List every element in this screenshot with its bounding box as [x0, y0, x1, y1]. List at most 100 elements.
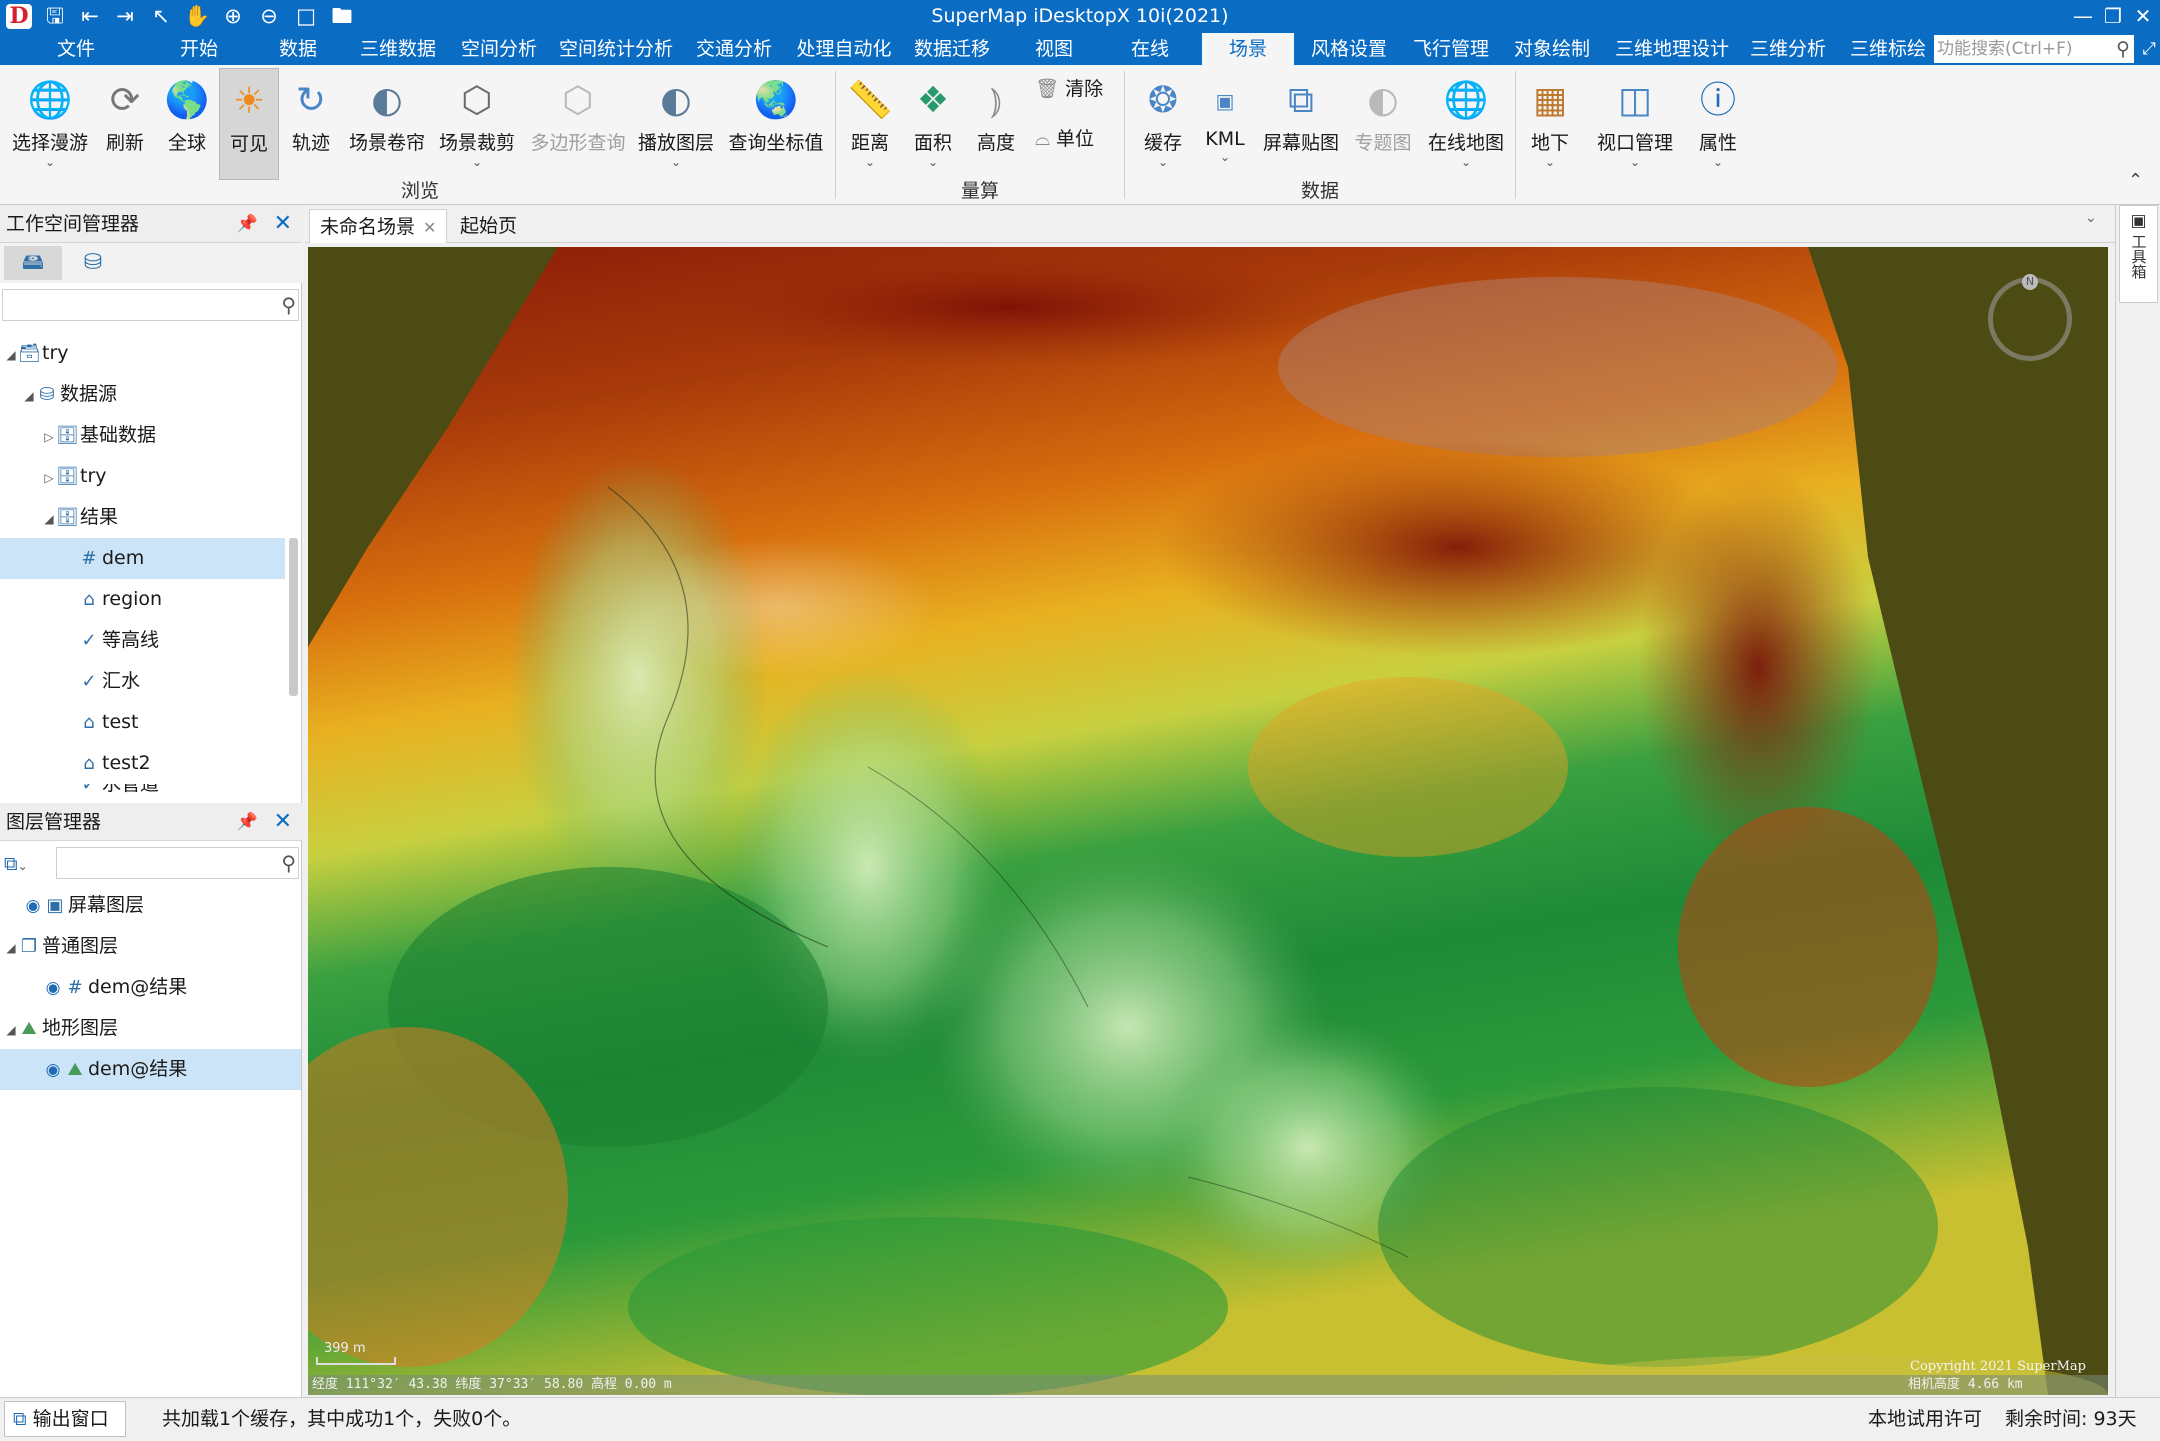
menu-3d-geo-design[interactable]: 三维地理设计 [1609, 33, 1735, 65]
close-icon[interactable]: ✕ [274, 205, 292, 243]
clear-button[interactable]: 🗑 清除 [1035, 73, 1103, 105]
viewport-manager-button[interactable]: ◫ 视口管理 ⌄ [1591, 68, 1679, 180]
search-icon[interactable]: ⚲ [281, 848, 296, 878]
visible-button[interactable]: ☀ 可见 [219, 68, 279, 180]
workspace-tab-database[interactable]: ⛁ [64, 246, 122, 280]
workspace-tab-datasource[interactable]: 🖴 [4, 246, 62, 280]
tree-item-basic-data[interactable]: ▷ 🗄基础数据 [0, 415, 285, 456]
pin-icon[interactable]: 📌 [237, 205, 258, 243]
layer-item-terrain-layers[interactable]: ◢ ⛰ 地形图层 [0, 1008, 285, 1049]
add-layer-dropdown[interactable]: ⧉⌄ [4, 849, 50, 879]
search-icon[interactable]: ⚲ [281, 290, 296, 320]
menu-view[interactable]: 视图 [1018, 33, 1090, 65]
eye-icon[interactable]: ◉ [42, 1050, 64, 1091]
query-coordinate-button[interactable]: 🌏 查询坐标值 [721, 68, 831, 180]
tree-item-workspace[interactable]: ◢ 🗃try [0, 333, 285, 374]
eye-icon[interactable]: ◉ [42, 968, 64, 1009]
menu-data-migration[interactable]: 数据迁移 [906, 33, 998, 65]
distance-button[interactable]: 📏 距离 ⌄ [842, 68, 898, 180]
menu-file[interactable]: 文件 [40, 33, 112, 65]
properties-button[interactable]: ⓘ 属性 ⌄ [1688, 68, 1748, 180]
menu-spatial-statistics[interactable]: 空间统计分析 [553, 33, 679, 65]
region-dataset-icon: ⌂ [83, 712, 95, 733]
refresh-button[interactable]: ⟳ 刷新 [97, 68, 153, 180]
ribbon-collapse-icon[interactable]: ⌃ [2128, 170, 2143, 191]
unit-button[interactable]: ⌓ 单位 [1035, 123, 1094, 155]
menu-3d-plotting[interactable]: 三维标绘 [1843, 33, 1933, 65]
restore-icon[interactable]: ❐ [2098, 0, 2128, 33]
search-icon[interactable]: ⚲ [2116, 35, 2130, 63]
play-layer-button[interactable]: ◐ 播放图层 ⌄ [634, 68, 718, 180]
layer-item-dem-normal[interactable]: ◉ # dem@结果 [0, 967, 285, 1008]
height-button[interactable]: ⦆ 高度 [966, 68, 1026, 180]
cache-button[interactable]: ❂ 缓存 ⌄ [1133, 68, 1193, 180]
chevron-down-icon: ⌄ [927, 155, 939, 169]
area-button[interactable]: ❖ 面积 ⌄ [903, 68, 963, 180]
tab-list-chevron-icon[interactable]: ⌄ [2085, 210, 2097, 226]
close-tab-icon[interactable]: ✕ [423, 218, 436, 237]
menu-data[interactable]: 数据 [262, 33, 334, 65]
tab-unnamed-scene[interactable]: 未命名场景 ✕ [309, 209, 448, 243]
left-panel: 工作空间管理器 📌 ✕ 🖴 ⛁ ⚲ ◢ 🗃try ◢ ⛁ 数据源 ▷ 🗄基础数据 ▷ 🗄t… [0, 205, 302, 1397]
close-window-icon[interactable]: ✕ [2128, 0, 2158, 33]
select-roam-button[interactable]: 🌐 选择漫游 ⌄ [4, 68, 96, 180]
kml-button[interactable]: ▣ KML ⌄ [1196, 68, 1254, 180]
workspace-search-input[interactable]: ⚲ [2, 289, 299, 321]
track-label: 轨迹 [291, 132, 330, 154]
layer-search-input[interactable]: ⚲ [56, 847, 299, 879]
tree-item-contour[interactable]: ✓ 等高线 [0, 620, 285, 661]
expand-arrow-icon[interactable]: ▷ [42, 417, 56, 458]
tree-item-test[interactable]: ⌂ test [0, 702, 285, 743]
tree-item-region[interactable]: ⌂ region [0, 579, 285, 620]
tree-item-result-datasource[interactable]: ◢ 🗄结果 [0, 497, 285, 538]
tree-item-dem[interactable]: # dem [0, 538, 285, 579]
tree-item-datasources[interactable]: ◢ ⛁ 数据源 [0, 374, 285, 415]
scene-clip-button[interactable]: ⬡ 场景裁剪 ⌄ [433, 68, 521, 180]
track-button[interactable]: ↻ 轨迹 [281, 68, 341, 180]
screen-overlay-button[interactable]: ⧉ 屏幕贴图 [1258, 68, 1344, 180]
menu-object-drawing[interactable]: 对象绘制 [1508, 33, 1596, 65]
scene-viewport[interactable]: N 399 m 经度 111°32′ 43.38 纬度 37°33′ 58.80… [308, 247, 2108, 1395]
terrain-icon: ⛰ [67, 1059, 83, 1080]
underground-button[interactable]: ▦ 地下 ⌄ [1522, 68, 1578, 180]
group-separator [1124, 71, 1125, 199]
thematic-map-button[interactable]: ◐ 专题图 [1347, 68, 1419, 180]
collapse-arrow-icon[interactable]: ◢ [4, 928, 18, 969]
fullscreen-icon[interactable]: ⤢ [2138, 35, 2160, 63]
toolbox-tab[interactable]: ▣ 工具箱 [2119, 205, 2158, 303]
collapse-arrow-icon[interactable]: ◢ [4, 335, 18, 376]
tree-item-try-datasource[interactable]: ▷ 🗄try [0, 456, 285, 497]
menu-process-automation[interactable]: 处理自动化 [788, 33, 900, 65]
collapse-arrow-icon[interactable]: ◢ [22, 376, 36, 417]
polygon-query-button[interactable]: ⬡ 多边形查询 [525, 68, 631, 180]
online-map-button[interactable]: 🌐 在线地图 ⌄ [1422, 68, 1510, 180]
full-globe-button[interactable]: 🌎 全球 [157, 68, 217, 180]
layer-item-dem-terrain[interactable]: ◉ ⛰ dem@结果 [0, 1049, 301, 1090]
feature-search-input[interactable]: 功能搜索(Ctrl+F) ⚲ [1934, 35, 2134, 63]
menu-start[interactable]: 开始 [163, 33, 235, 65]
tab-start-page[interactable]: 起始页 [450, 209, 527, 243]
tree-item-water-pipe[interactable]: ✓ 水管道 [0, 784, 285, 802]
layer-item-screen-layer[interactable]: ◉ ▣ 屏幕图层 [0, 885, 285, 926]
menu-spatial-analysis[interactable]: 空间分析 [453, 33, 545, 65]
menu-3d-analysis[interactable]: 三维分析 [1744, 33, 1832, 65]
menu-style-settings[interactable]: 风格设置 [1305, 33, 1393, 65]
minimize-icon[interactable]: — [2068, 0, 2098, 33]
close-icon[interactable]: ✕ [274, 803, 292, 841]
tree-item-test2[interactable]: ⌂ test2 [0, 743, 285, 784]
menu-online[interactable]: 在线 [1114, 33, 1186, 65]
scene-swipe-button[interactable]: ◐ 场景卷帘 [343, 68, 431, 180]
pin-icon[interactable]: 📌 [237, 803, 258, 841]
collapse-arrow-icon[interactable]: ◢ [4, 1010, 18, 1051]
layer-item-normal-layers[interactable]: ◢ ❐ 普通图层 [0, 926, 285, 967]
menu-3d-data[interactable]: 三维数据 [352, 33, 444, 65]
output-window-button[interactable]: ⧉ 输出窗口 [4, 1401, 126, 1437]
eye-icon[interactable]: ◉ [22, 886, 44, 927]
menu-scene[interactable]: 场景 [1202, 33, 1294, 65]
menu-flight-management[interactable]: 飞行管理 [1407, 33, 1495, 65]
menu-traffic-analysis[interactable]: 交通分析 [688, 33, 780, 65]
tree-scrollbar[interactable] [289, 538, 298, 696]
expand-arrow-icon[interactable]: ▷ [42, 458, 56, 499]
collapse-arrow-icon[interactable]: ◢ [42, 499, 56, 540]
tree-item-catchment[interactable]: ✓ 汇水 [0, 661, 285, 702]
